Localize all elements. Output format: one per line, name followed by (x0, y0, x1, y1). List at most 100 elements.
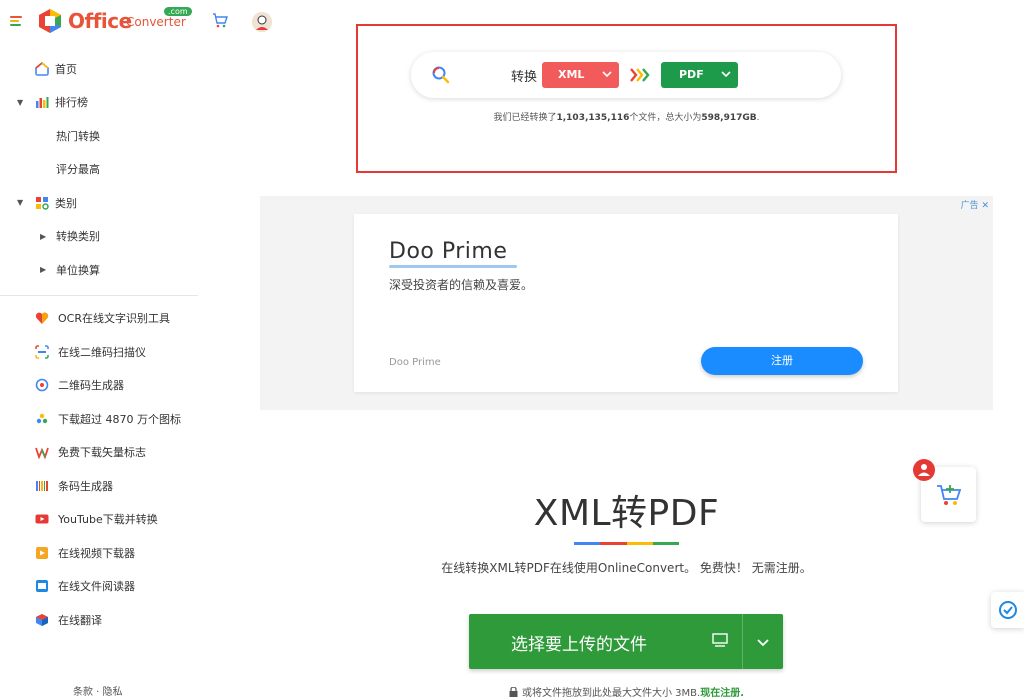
sidebar-item-conversion-categories[interactable]: ▶ 转换类别 (0, 220, 200, 254)
ad-title-underline (389, 265, 517, 268)
caret-right-icon[interactable]: ▶ (40, 232, 46, 241)
sidebar-tool-label: 条码生成器 (58, 479, 113, 493)
title-color-bar (574, 542, 679, 545)
sidebar-item-label: 单位换算 (56, 263, 100, 277)
sidebar-tool-label: 免费下载矢量标志 (58, 446, 146, 460)
chevron-down-icon[interactable] (756, 635, 770, 649)
upload-file-button[interactable]: 选择要上传的文件 (469, 614, 783, 669)
cart-icon[interactable] (212, 12, 228, 28)
menu-toggle-icon[interactable] (10, 16, 22, 26)
icons-dots-icon (36, 413, 48, 423)
ad-subtitle: 深受投资者的信赖及喜爱。 (389, 278, 534, 292)
user-icon (918, 464, 930, 476)
sidebar-tool-ocr[interactable]: OCR在线文字识别工具 (0, 302, 200, 336)
sidebar-tool-youtube[interactable]: YouTube下载并转换 (0, 503, 200, 537)
upload-button-label: 选择要上传的文件 (511, 635, 647, 655)
to-format-select[interactable]: PDF (661, 62, 738, 88)
sidebar-tool-label: 在线翻译 (58, 613, 102, 627)
user-badge[interactable] (913, 459, 935, 481)
logo-domain-badge: .com (164, 7, 192, 16)
upload-button-divider (742, 614, 743, 669)
page: Office Converter .com 首页 ▼ 排行榜 热门转换 评分最高… (0, 0, 1024, 700)
register-link[interactable]: 现在注册. (700, 688, 744, 699)
logo-icon (39, 9, 61, 33)
sidebar-item-unit-conversion[interactable]: ▶ 单位换算 (0, 253, 200, 287)
cart-plus-icon (937, 485, 962, 505)
conversion-stats: 我们已经转换了1,103,135,116个文件，总大小为598,917GB. (356, 110, 897, 123)
drop-note: 或将文件拖放到此处最大文件大小 3MB.现在注册. (356, 684, 897, 699)
sidebar-tool-qr-generator[interactable]: 二维码生成器 (0, 369, 200, 403)
to-format-value: PDF (679, 68, 704, 81)
convert-label: 转换 (511, 70, 538, 85)
sidebar-item-label: 类别 (55, 196, 77, 210)
sidebar-tool-qr-scanner[interactable]: 在线二维码扫描仪 (0, 335, 200, 369)
sidebar-item-top-rated[interactable]: 评分最高 (0, 153, 200, 187)
stats-suffix: . (756, 113, 760, 123)
logo-subtext: Converter (126, 15, 186, 29)
sidebar-tool-vector-logos[interactable]: 免费下载矢量标志 (0, 436, 200, 470)
top-bar: Office Converter .com (0, 0, 300, 44)
sidebar-tool-translate[interactable]: 在线翻译 (0, 603, 200, 637)
caret-down-icon[interactable]: ▼ (17, 198, 23, 207)
sidebar: Office Converter .com 首页 ▼ 排行榜 热门转换 评分最高… (0, 0, 272, 700)
ad-title: Doo Prime (389, 239, 508, 264)
ad-container: 广告 ✕ Doo Prime 深受投资者的信赖及喜爱。 Doo Prime 注册 (260, 196, 993, 410)
barcode-icon (36, 480, 48, 491)
sidebar-item-label: 评分最高 (56, 163, 100, 177)
sidebar-item-label: 排行榜 (55, 96, 88, 110)
sidebar-item-rankings[interactable]: ▼ 排行榜 (0, 86, 200, 120)
from-format-value: XML (558, 68, 585, 81)
sidebar-item-categories[interactable]: ▼ 类别 (0, 186, 200, 220)
ad-tag[interactable]: 广告 ✕ (961, 198, 989, 211)
translate-cube-icon (36, 613, 48, 626)
bar-chart-icon (36, 97, 49, 109)
caret-down-icon[interactable]: ▼ (17, 98, 23, 107)
lock-icon (509, 687, 518, 697)
sidebar-menu: 首页 ▼ 排行榜 热门转换 评分最高 ▼ 类别 ▶ 转换类别 ▶ 单位换算 OC… (0, 52, 200, 637)
computer-icon (712, 633, 728, 647)
from-format-select[interactable]: XML (542, 62, 619, 88)
sidebar-tool-file-reader[interactable]: 在线文件阅读器 (0, 570, 200, 604)
sidebar-item-home[interactable]: 首页 (0, 52, 200, 86)
total-size: 598,917GB (701, 113, 757, 123)
search-icon[interactable] (431, 65, 451, 85)
ad-close-icon[interactable]: ✕ (981, 201, 989, 211)
sidebar-tool-icons[interactable]: 下载超过 4870 万个图标 (0, 402, 200, 436)
chevron-down-icon (602, 71, 612, 78)
video-download-icon (36, 546, 48, 559)
drop-note-text: 或将文件拖放到此处最大文件大小 3MB. (521, 688, 701, 699)
footer-links[interactable]: 条款 · 隐私 (73, 683, 123, 698)
converter-search-bar: 转换 XML PDF (411, 52, 841, 98)
user-avatar[interactable] (252, 12, 272, 32)
qr-scan-icon (35, 344, 49, 359)
ad-card[interactable]: Doo Prime 深受投资者的信赖及喜爱。 Doo Prime 注册 (354, 214, 898, 392)
sidebar-item-popular[interactable]: 热门转换 (0, 119, 200, 153)
sidebar-tool-label: 下载超过 4870 万个图标 (58, 412, 181, 426)
ad-brand: Doo Prime (389, 357, 441, 368)
logo[interactable]: Office Converter .com (36, 7, 192, 37)
caret-right-icon[interactable]: ▶ (40, 265, 46, 274)
sidebar-item-label: 转换类别 (56, 230, 100, 244)
floating-translate-button[interactable] (991, 592, 1024, 628)
stats-mid: 个文件，总大小为 (629, 113, 702, 123)
sidebar-tool-video-downloader[interactable]: 在线视频下载器 (0, 536, 200, 570)
chevron-down-icon (721, 71, 731, 78)
sidebar-divider (0, 294, 198, 296)
logo-text: Office (68, 9, 132, 33)
heart-icon (35, 312, 49, 325)
ad-register-button[interactable]: 注册 (701, 347, 863, 375)
sidebar-item-label: 首页 (55, 62, 77, 76)
file-reader-icon (36, 580, 48, 593)
sidebar-tool-label: 二维码生成器 (58, 379, 124, 393)
sidebar-tool-label: OCR在线文字识别工具 (58, 312, 170, 326)
vector-logo-icon (35, 447, 49, 460)
sidebar-tool-label: 在线二维码扫描仪 (58, 345, 146, 359)
files-count: 1,103,135,116 (556, 113, 630, 123)
youtube-icon (35, 514, 49, 524)
sidebar-item-label: 热门转换 (56, 129, 100, 143)
sidebar-tool-barcode[interactable]: 条码生成器 (0, 469, 200, 503)
page-title: XML转PDF (533, 493, 720, 534)
sidebar-tool-label: 在线视频下载器 (58, 546, 135, 560)
triple-arrow-icon (630, 68, 650, 82)
sidebar-tool-label: 在线文件阅读器 (58, 580, 135, 594)
